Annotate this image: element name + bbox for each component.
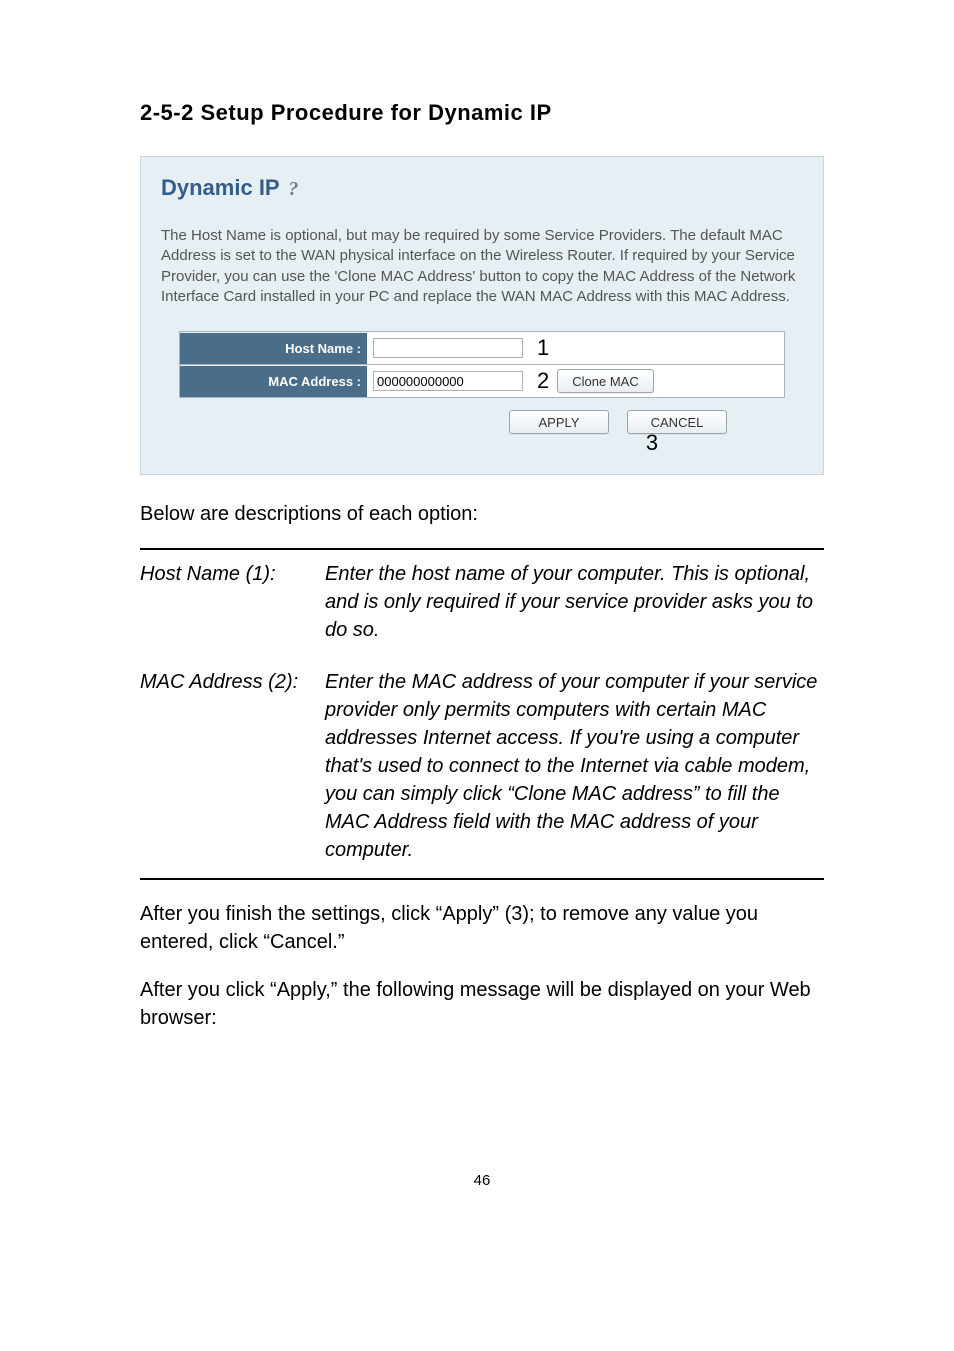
table-row: MAC Address (2): Enter the MAC address o…	[140, 658, 824, 878]
after-paragraph-1: After you finish the settings, click “Ap…	[140, 900, 824, 956]
mac-address-input[interactable]	[373, 371, 523, 391]
help-icon[interactable]: ?	[288, 178, 298, 201]
table-row: Host Name (1): Enter the host name of yo…	[140, 550, 824, 658]
page-number: 46	[140, 1172, 824, 1189]
panel-title: Dynamic IP ?	[161, 175, 803, 201]
annotation-1: 1	[537, 335, 549, 361]
mac-address-label: MAC Address :	[180, 366, 367, 397]
mac-address-def: Enter the MAC address of your computer i…	[325, 668, 824, 864]
description-table: Host Name (1): Enter the host name of yo…	[140, 548, 824, 880]
host-name-label: Host Name :	[180, 333, 367, 364]
host-name-input[interactable]	[373, 338, 523, 358]
cancel-button[interactable]: CANCEL	[627, 410, 727, 434]
action-button-row: APPLY CANCEL	[179, 398, 785, 434]
panel-description: The Host Name is optional, but may be re…	[161, 226, 803, 307]
host-name-term: Host Name (1):	[140, 560, 325, 644]
apply-button[interactable]: APPLY	[509, 410, 609, 434]
after-paragraph-2: After you click “Apply,” the following m…	[140, 976, 824, 1032]
mac-address-term: MAC Address (2):	[140, 668, 325, 864]
clone-mac-button[interactable]: Clone MAC	[557, 369, 653, 393]
section-heading: 2-5-2 Setup Procedure for Dynamic IP	[140, 100, 824, 126]
config-panel: Dynamic IP ? The Host Name is optional, …	[140, 156, 824, 475]
host-name-row: Host Name : 1	[179, 331, 785, 365]
annotation-2: 2	[537, 368, 549, 394]
host-name-def: Enter the host name of your computer. Th…	[325, 560, 824, 644]
panel-title-text: Dynamic IP	[161, 175, 279, 200]
mac-address-row: MAC Address : 2 Clone MAC	[179, 364, 785, 398]
below-intro: Below are descriptions of each option:	[140, 500, 824, 528]
